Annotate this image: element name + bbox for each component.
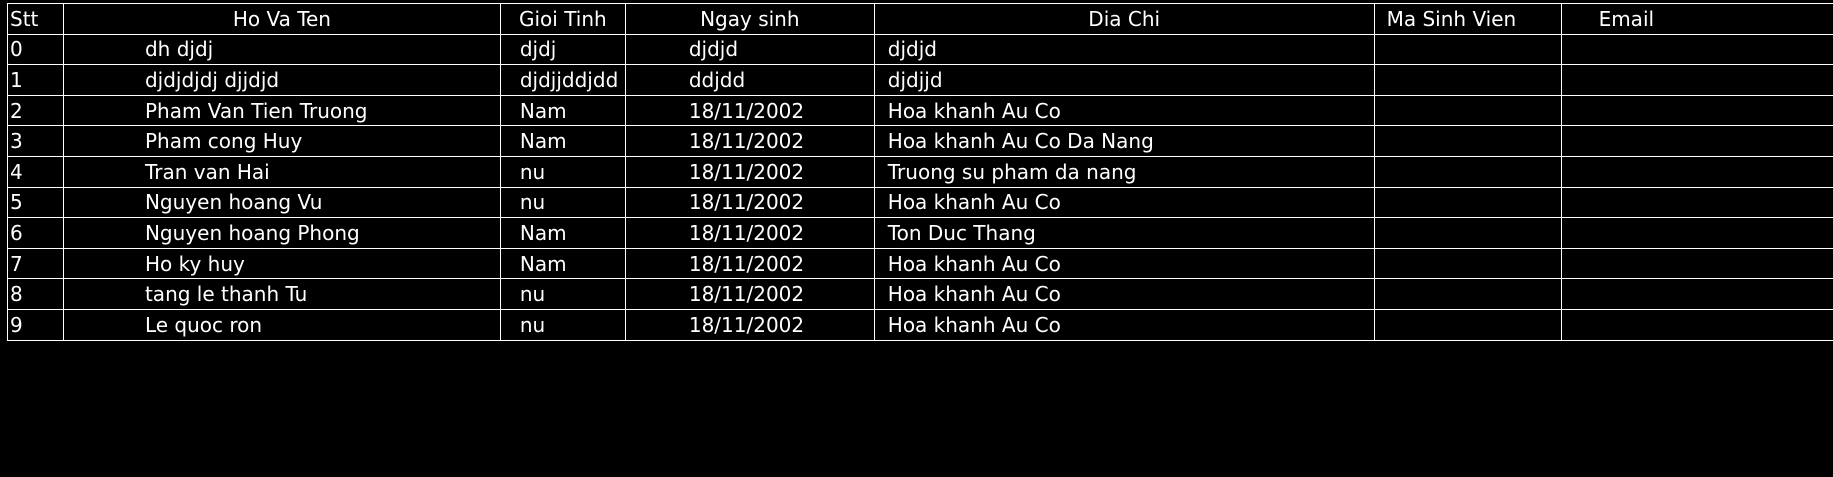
cell-ngay-sinh[interactable]: 18/11/2002 (624, 217, 875, 249)
cell-stt[interactable]: 9 (7, 308, 64, 341)
cell-gioi-tinh[interactable]: Nam (499, 217, 626, 249)
cell-dia-chi[interactable]: Hoa khanh Au Co (873, 94, 1375, 127)
cell-dia-chi[interactable]: Hoa khanh Au Co (873, 247, 1375, 280)
cell-ho-va-ten[interactable]: djdjdjdj djjdjd (62, 64, 501, 96)
cell-ngay-sinh[interactable]: 18/11/2002 (624, 94, 875, 127)
cell-ma-sinh-vien[interactable] (1373, 308, 1562, 341)
cell-ho-va-ten[interactable]: dh djdj (62, 33, 501, 66)
cell-stt[interactable]: 5 (7, 186, 64, 219)
cell-dia-chi[interactable]: djdjd (873, 33, 1375, 66)
column-header-gioi-tinh[interactable]: Gioi Tinh (499, 3, 626, 35)
cell-ho-va-ten[interactable]: Pham cong Huy (62, 125, 501, 157)
cell-ho-va-ten[interactable]: tang le thanh Tu (62, 278, 501, 310)
cell-dia-chi[interactable]: Hoa khanh Au Co Da Nang (873, 125, 1375, 157)
cell-ho-va-ten[interactable]: Nguyen hoang Phong (62, 217, 501, 249)
cell-ma-sinh-vien[interactable] (1373, 247, 1562, 280)
column-header-stt[interactable]: Stt (7, 3, 64, 35)
cell-ma-sinh-vien[interactable] (1373, 33, 1562, 66)
table-row[interactable]: 5 Nguyen hoang Vu nu 18/11/2002 Hoa khanh Au… (7, 186, 1833, 219)
column-header-ho-va-ten[interactable]: Ho Va Ten (62, 3, 501, 35)
cell-ma-sinh-vien[interactable] (1373, 155, 1562, 188)
cell-gioi-tinh[interactable]: Nam (499, 94, 626, 127)
cell-email[interactable] (1560, 64, 1833, 96)
table-row[interactable]: 0 dh djdj djdj djdjd djdjd (7, 33, 1833, 66)
cell-gioi-tinh[interactable]: nu (499, 155, 626, 188)
cell-email[interactable] (1560, 278, 1833, 310)
cell-email[interactable] (1560, 186, 1833, 219)
cell-stt[interactable]: 3 (7, 125, 64, 157)
students-table-container: Stt Ho Va Ten Gioi Tinh Ngay sinh Dia Ch… (7, 3, 1833, 341)
cell-gioi-tinh[interactable]: djdj (499, 33, 626, 66)
cell-dia-chi[interactable]: Hoa khanh Au Co (873, 308, 1375, 341)
cell-stt[interactable]: 8 (7, 278, 64, 310)
cell-dia-chi[interactable]: Ton Duc Thang (873, 217, 1375, 249)
cell-stt[interactable]: 2 (7, 94, 64, 127)
cell-gioi-tinh[interactable]: Nam (499, 125, 626, 157)
cell-email[interactable] (1560, 155, 1833, 188)
cell-ma-sinh-vien[interactable] (1373, 64, 1562, 96)
cell-ngay-sinh[interactable]: 18/11/2002 (624, 247, 875, 280)
cell-ho-va-ten[interactable]: Ho ky huy (62, 247, 501, 280)
cell-gioi-tinh[interactable]: djdjjddjdd (499, 64, 626, 96)
cell-ma-sinh-vien[interactable] (1373, 186, 1562, 219)
cell-ma-sinh-vien[interactable] (1373, 94, 1562, 127)
cell-email[interactable] (1560, 308, 1833, 341)
cell-ho-va-ten[interactable]: Tran van Hai (62, 155, 501, 188)
cell-ma-sinh-vien[interactable] (1373, 278, 1562, 310)
cell-gioi-tinh[interactable]: nu (499, 308, 626, 341)
cell-ho-va-ten[interactable]: Le quoc ron (62, 308, 501, 341)
cell-stt[interactable]: 0 (7, 33, 64, 66)
table-body: 0 dh djdj djdj djdjd djdjd 1 djdjdjdj djjdjd dj… (7, 33, 1833, 341)
cell-ngay-sinh[interactable]: 18/11/2002 (624, 308, 875, 341)
cell-ngay-sinh[interactable]: 18/11/2002 (624, 155, 875, 188)
cell-ma-sinh-vien[interactable] (1373, 217, 1562, 249)
column-header-ngay-sinh[interactable]: Ngay sinh (624, 3, 875, 35)
cell-email[interactable] (1560, 247, 1833, 280)
table-row[interactable]: 6 Nguyen hoang Phong Nam 18/11/2002 Ton Duc … (7, 217, 1833, 249)
column-header-dia-chi[interactable]: Dia Chi (873, 3, 1375, 35)
cell-ngay-sinh[interactable]: ddjdd (624, 64, 875, 96)
table-row[interactable]: 2 Pham Van Tien Truong Nam 18/11/2002 Hoa kh… (7, 94, 1833, 127)
cell-ngay-sinh[interactable]: 18/11/2002 (624, 278, 875, 310)
table-row[interactable]: 9 Le quoc ron nu 18/11/2002 Hoa khanh Au Co (7, 308, 1833, 341)
cell-stt[interactable]: 6 (7, 217, 64, 249)
cell-ngay-sinh[interactable]: 18/11/2002 (624, 125, 875, 157)
cell-gioi-tinh[interactable]: nu (499, 278, 626, 310)
cell-ngay-sinh[interactable]: 18/11/2002 (624, 186, 875, 219)
cell-email[interactable] (1560, 217, 1833, 249)
cell-email[interactable] (1560, 125, 1833, 157)
table-row[interactable]: 7 Ho ky huy Nam 18/11/2002 Hoa khanh Au Co (7, 247, 1833, 280)
students-table: Stt Ho Va Ten Gioi Tinh Ngay sinh Dia Ch… (7, 3, 1833, 341)
cell-ho-va-ten[interactable]: Pham Van Tien Truong (62, 94, 501, 127)
table-row[interactable]: 4 Tran van Hai nu 18/11/2002 Truong su pham … (7, 155, 1833, 188)
cell-ho-va-ten[interactable]: Nguyen hoang Vu (62, 186, 501, 219)
cell-gioi-tinh[interactable]: Nam (499, 247, 626, 280)
cell-dia-chi[interactable]: Truong su pham da nang (873, 155, 1375, 188)
cell-email[interactable] (1560, 94, 1833, 127)
cell-ngay-sinh[interactable]: djdjd (624, 33, 875, 66)
cell-stt[interactable]: 4 (7, 155, 64, 188)
cell-ma-sinh-vien[interactable] (1373, 125, 1562, 157)
cell-stt[interactable]: 7 (7, 247, 64, 280)
table-row[interactable]: 8 tang le thanh Tu nu 18/11/2002 Hoa khanh A… (7, 278, 1833, 310)
column-header-email[interactable]: Email (1560, 3, 1833, 35)
cell-email[interactable] (1560, 33, 1833, 66)
cell-dia-chi[interactable]: djdjjd (873, 64, 1375, 96)
cell-stt[interactable]: 1 (7, 64, 64, 96)
cell-dia-chi[interactable]: Hoa khanh Au Co (873, 186, 1375, 219)
table-row[interactable]: 1 djdjdjdj djjdjd djdjjddjdd ddjdd djdjjd (7, 64, 1833, 96)
table-header-row: Stt Ho Va Ten Gioi Tinh Ngay sinh Dia Ch… (7, 3, 1833, 35)
cell-gioi-tinh[interactable]: nu (499, 186, 626, 219)
cell-dia-chi[interactable]: Hoa khanh Au Co (873, 278, 1375, 310)
column-header-ma-sinh-vien[interactable]: Ma Sinh Vien (1373, 3, 1562, 35)
table-row[interactable]: 3 Pham cong Huy Nam 18/11/2002 Hoa khanh Au … (7, 125, 1833, 157)
